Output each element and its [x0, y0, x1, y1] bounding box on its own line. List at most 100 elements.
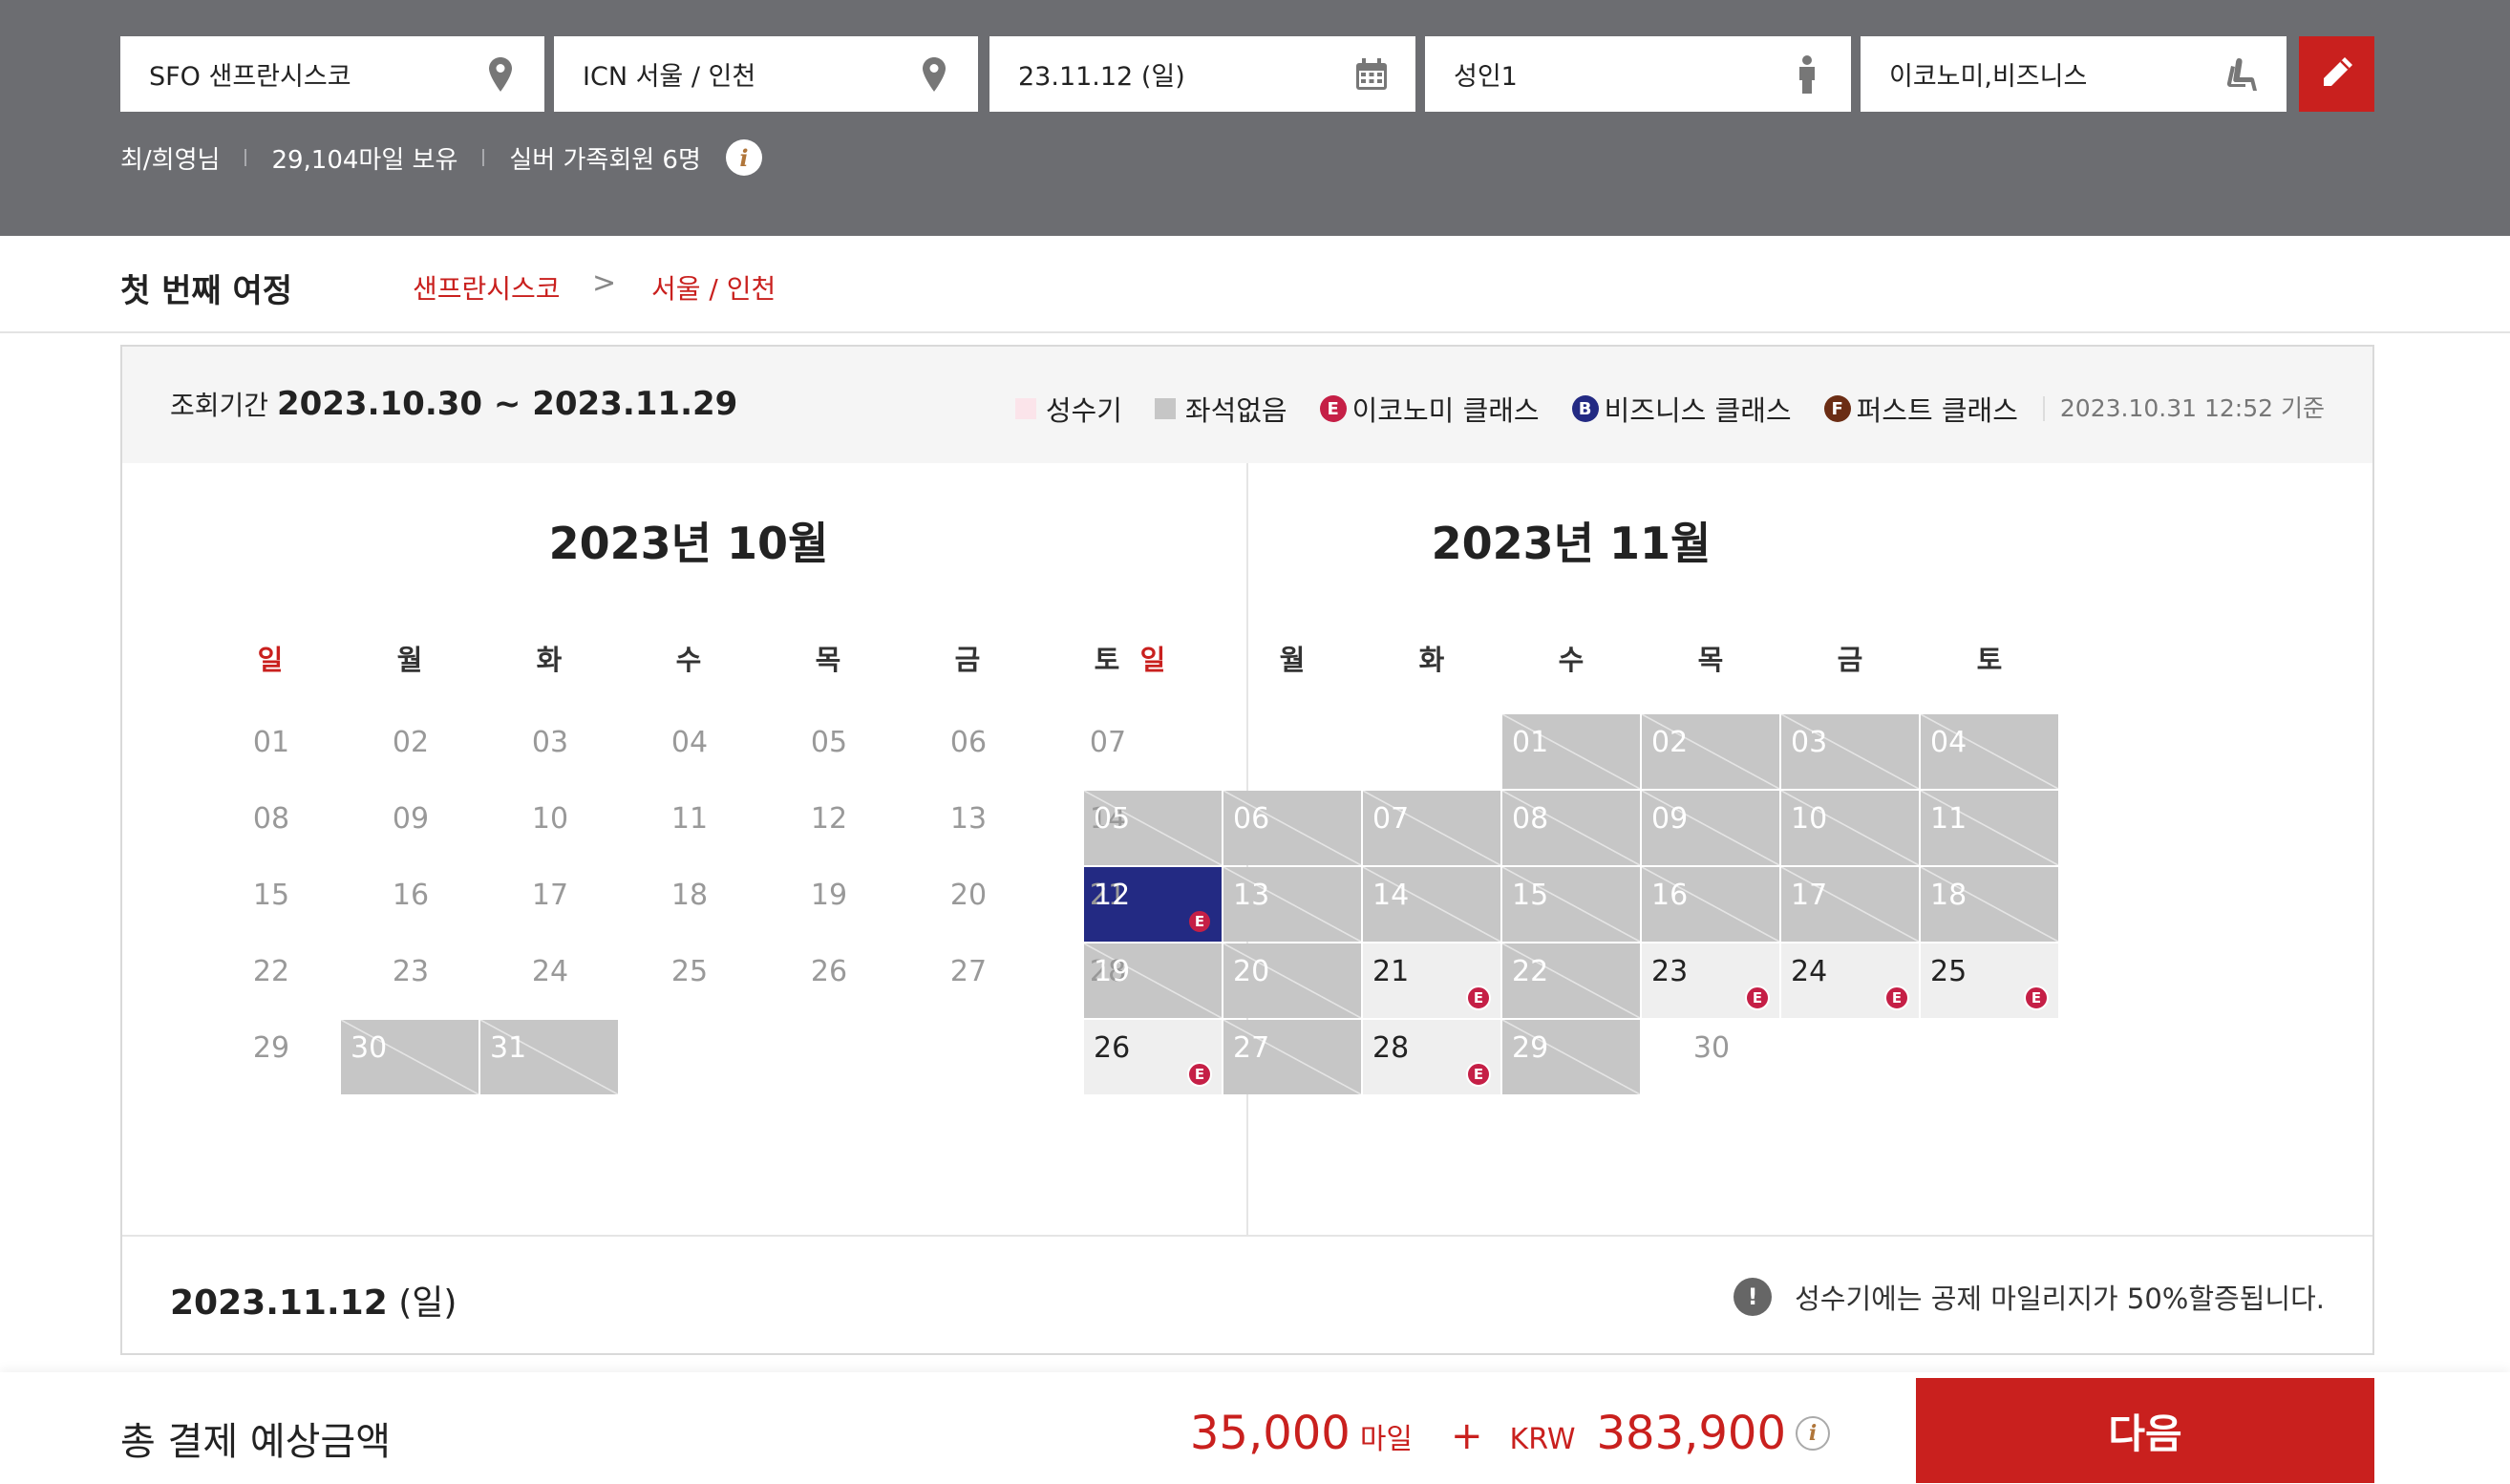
economy-badge-icon: E	[1319, 395, 1347, 422]
passenger-value: 성인1	[1454, 62, 1518, 92]
calendar-day[interactable]: 04	[1921, 714, 2058, 789]
day-number: 16	[1651, 879, 1689, 912]
calendar-day: 20	[899, 867, 1038, 942]
day-number: 06	[949, 726, 988, 759]
day-number: 04	[670, 726, 709, 759]
selected-date: 2023.11.12 (일)	[170, 1275, 457, 1325]
day-number: 14	[1372, 879, 1410, 912]
calendar-day: 03	[480, 714, 620, 789]
seat-icon	[2223, 55, 2262, 94]
destination-field[interactable]: ICN 서울 / 인천	[554, 36, 978, 112]
calendar-day: 18	[620, 867, 759, 942]
calendar-day: 24	[480, 943, 620, 1018]
calendar-day[interactable]: 08	[1502, 791, 1640, 865]
location-pin-icon	[481, 55, 520, 94]
calendar-day[interactable]: 11	[1921, 791, 2058, 865]
calendar-day[interactable]: 06	[1223, 791, 1361, 865]
edit-search-button[interactable]	[2299, 36, 2374, 112]
day-number: 07	[1089, 726, 1127, 759]
origin-field[interactable]: SFO 샌프란시스코	[120, 36, 544, 112]
calendar-day[interactable]: 14	[1363, 867, 1500, 942]
day-number: 15	[1512, 879, 1549, 912]
day-number: 03	[1791, 726, 1828, 759]
day-number: 16	[392, 879, 430, 912]
calendar-day: 12	[759, 791, 899, 865]
calendar-day[interactable]: 16	[1642, 867, 1779, 942]
calendar-day[interactable]: 18	[1921, 867, 2058, 942]
day-number: 04	[1930, 726, 1968, 759]
day-number: 22	[252, 955, 290, 988]
day-number: 11	[1930, 802, 1968, 836]
calendar-day[interactable]: 30	[341, 1020, 479, 1094]
calendar-day: 15	[202, 867, 341, 942]
calendar-day[interactable]: 15	[1502, 867, 1640, 942]
calendar-day[interactable]: 02	[1642, 714, 1779, 789]
next-button[interactable]: 다음	[1916, 1378, 2374, 1483]
calendar-day[interactable]: 17	[1781, 867, 1919, 942]
passenger-field[interactable]: 성인1	[1425, 36, 1851, 112]
calendar-day[interactable]: 28 E	[1363, 1020, 1500, 1094]
location-pin-icon	[915, 55, 953, 94]
calendar-day[interactable]: 23 E	[1642, 943, 1779, 1018]
calendar-day[interactable]: 20	[1223, 943, 1361, 1018]
member-miles: 29,104마일 보유	[271, 145, 458, 175]
cabin-field[interactable]: 이코노미,비즈니스	[1861, 36, 2287, 112]
day-number: 19	[810, 879, 848, 912]
calendar-day[interactable]: 12 E	[1084, 867, 1222, 942]
calendar-day[interactable]: 19	[1084, 943, 1222, 1018]
day-number: 29	[252, 1031, 290, 1065]
economy-badge-icon: E	[1466, 1062, 1491, 1087]
calendar-day[interactable]: 24 E	[1781, 943, 1919, 1018]
calendar-day[interactable]: 01	[1502, 714, 1640, 789]
calendar-day: 07	[1038, 714, 1178, 789]
date-field[interactable]: 23.11.12 (일)	[989, 36, 1415, 112]
info-icon[interactable]: i	[725, 139, 762, 176]
legend-first: F 퍼스트 클래스	[1823, 389, 2018, 429]
economy-badge-icon: E	[1187, 909, 1212, 934]
day-number: 08	[1512, 802, 1549, 836]
calendar-day[interactable]: 31	[480, 1020, 618, 1094]
selection-summary: 2023.11.12 (일) ! 성수기에는 공제 마일리지가 50%할증됩니다…	[122, 1235, 2372, 1353]
calendar-day[interactable]: 22	[1502, 943, 1640, 1018]
calendar-day: 10	[480, 791, 620, 865]
economy-badge-icon: E	[1466, 986, 1491, 1010]
calendar-day[interactable]: 05	[1084, 791, 1222, 865]
miles-unit: 마일	[1359, 1423, 1414, 1456]
calendar-day: 02	[341, 714, 480, 789]
day-number: 31	[490, 1031, 527, 1065]
business-badge-icon: B	[1571, 395, 1599, 422]
calendar-day[interactable]: 10	[1781, 791, 1919, 865]
calendar-icon	[1352, 55, 1391, 94]
calendar-day: 23	[341, 943, 480, 1018]
calendar-day[interactable]: 21 E	[1363, 943, 1500, 1018]
chevron-right-icon: >	[592, 266, 617, 300]
separator	[482, 149, 485, 166]
search-period: 조회기간 2023.10.30 ~ 2023.11.29	[170, 385, 737, 423]
peak-swatch	[1014, 398, 1036, 419]
calendar-day: 06	[899, 714, 1038, 789]
day-number: 26	[1094, 1031, 1131, 1065]
calendar-day[interactable]: 13	[1223, 867, 1361, 942]
payment-bar: 총 결제 예상금액 35,000 마일 + KRW 383,900 i 다음	[0, 1372, 2510, 1484]
day-number: 28	[1372, 1031, 1410, 1065]
person-icon	[1788, 54, 1826, 94]
peak-notice: ! 성수기에는 공제 마일리지가 50%할증됩니다.	[1734, 1277, 2325, 1317]
day-number: 15	[252, 879, 290, 912]
weekday-header: 일	[257, 644, 284, 676]
member-info: 최/희영님 29,104마일 보유 실버 가족회원 6명 i	[120, 139, 762, 176]
day-number: 13	[949, 802, 988, 836]
economy-badge-icon: E	[1745, 986, 1770, 1010]
calendar-day[interactable]: 29	[1502, 1020, 1640, 1094]
day-number: 22	[1512, 955, 1549, 988]
calendar-day[interactable]: 27	[1223, 1020, 1361, 1094]
calendar-day[interactable]: 09	[1642, 791, 1779, 865]
calendar-day[interactable]: 26 E	[1084, 1020, 1222, 1094]
day-number: 09	[1651, 802, 1689, 836]
info-icon[interactable]: i	[1796, 1416, 1830, 1451]
day-number: 18	[670, 879, 709, 912]
calendar-day[interactable]: 25 E	[1921, 943, 2058, 1018]
calendar-day[interactable]: 07	[1363, 791, 1500, 865]
data-timestamp: 2023.10.31 12:52 기준	[2042, 396, 2325, 421]
calendar-day[interactable]: 03	[1781, 714, 1919, 789]
day-number: 02	[1651, 726, 1689, 759]
